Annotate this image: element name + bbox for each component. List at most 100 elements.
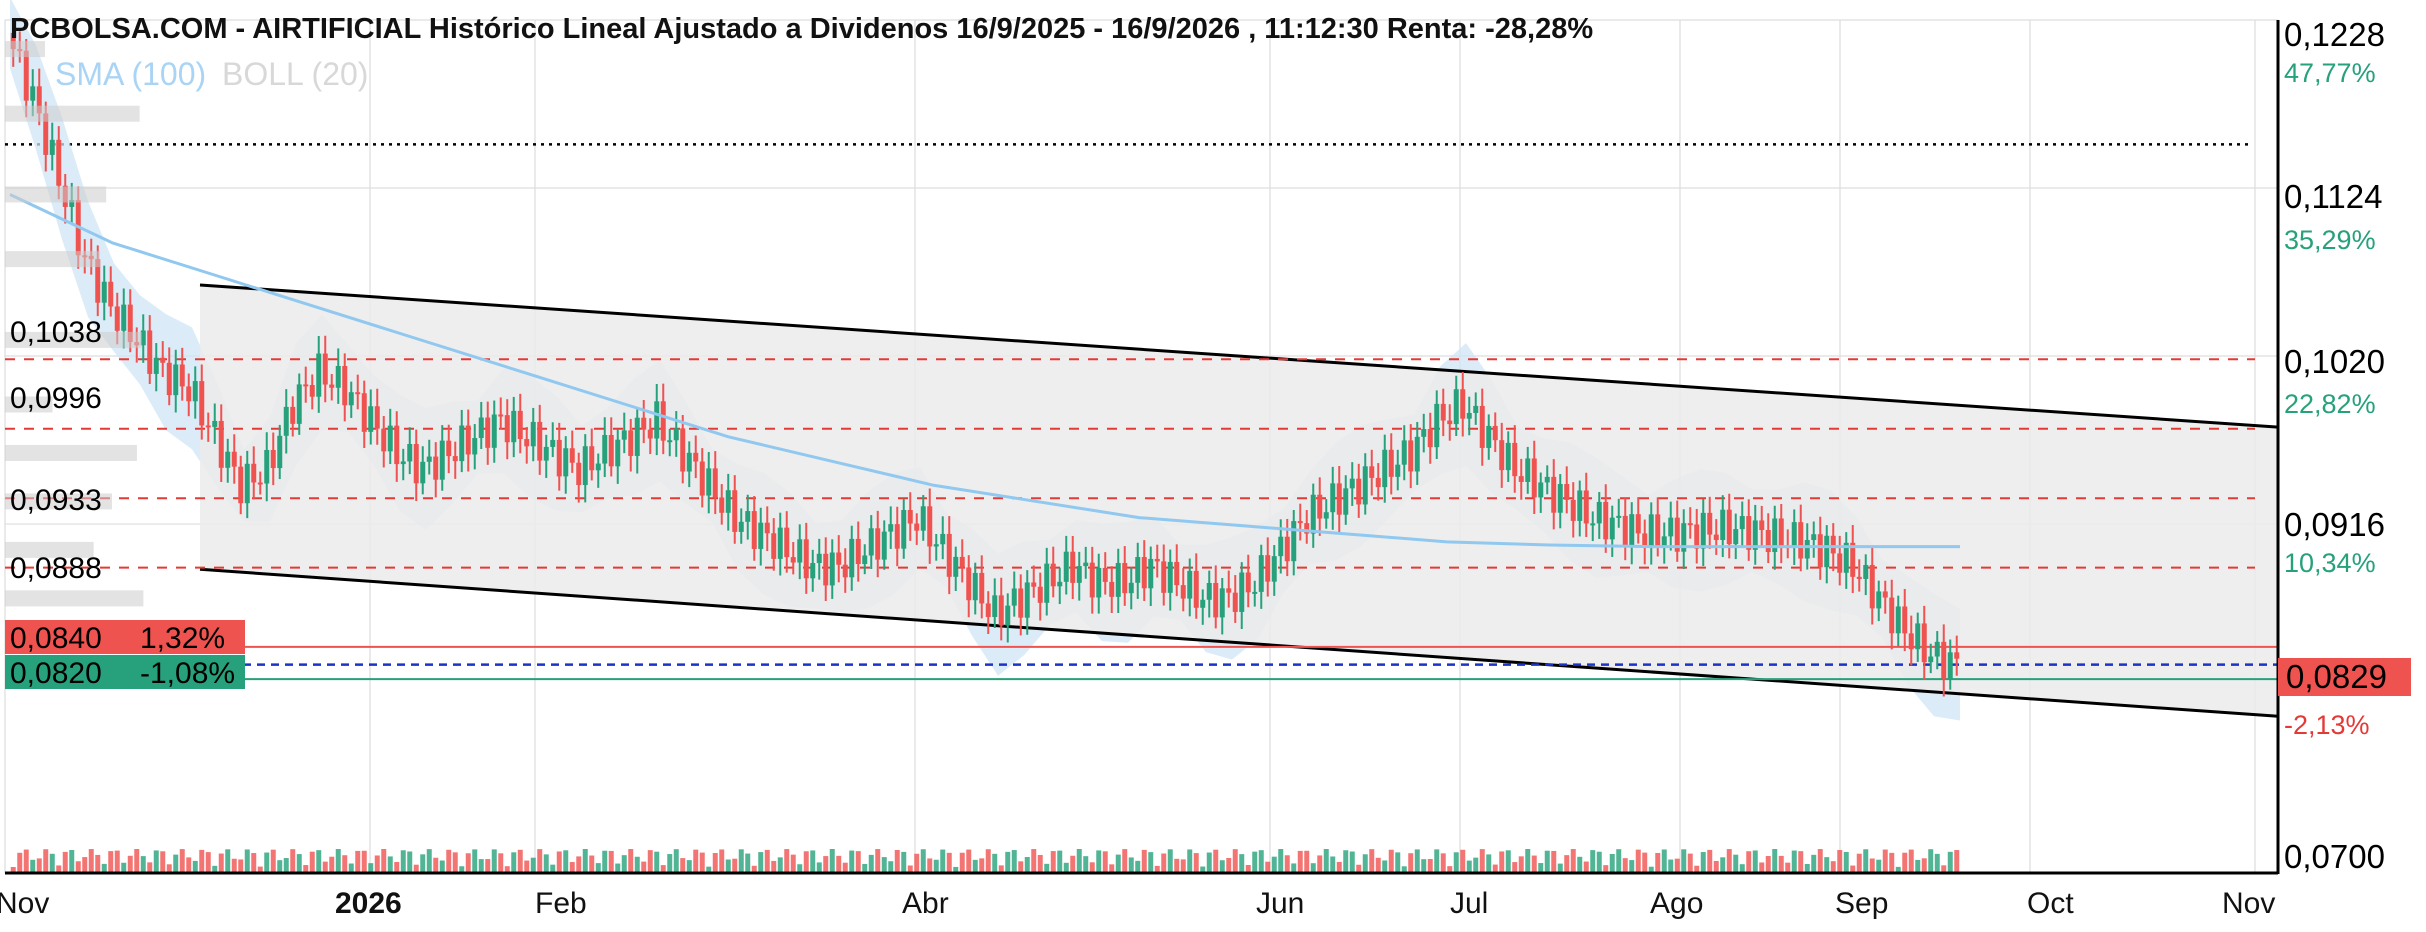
volume-bar — [1193, 853, 1199, 873]
volume-bar — [49, 853, 55, 873]
candle-body — [264, 449, 270, 484]
volume-bar — [1902, 852, 1908, 873]
volume-bar — [147, 862, 153, 873]
volume-bar — [251, 853, 257, 873]
volume-bar — [1934, 853, 1940, 873]
volume-bar — [1837, 849, 1843, 873]
volume-bar — [1518, 856, 1524, 873]
volume-bar — [1232, 849, 1238, 873]
volume-bar — [153, 850, 159, 873]
volume-bar — [1551, 850, 1557, 873]
candle-body — [1070, 551, 1076, 583]
volume-bar — [1531, 855, 1537, 873]
volume-bar — [810, 850, 816, 873]
candle-body — [407, 444, 413, 462]
candle-body — [1031, 582, 1037, 587]
volume-bar — [1336, 861, 1342, 873]
volume-bar — [1564, 855, 1570, 873]
candle-body — [784, 527, 790, 558]
volume-bar — [1915, 859, 1921, 873]
candle-body — [1414, 436, 1420, 472]
price-tick: 0,1020 — [2284, 343, 2385, 380]
candle-body — [855, 538, 861, 565]
candle-body — [348, 392, 354, 406]
volume-bar — [173, 854, 179, 873]
candle-body — [1642, 533, 1648, 547]
candle-body — [1460, 389, 1466, 419]
candle-body — [1889, 597, 1895, 634]
volume-bar — [933, 859, 939, 873]
volume-bar — [244, 849, 250, 873]
candle-body — [1544, 476, 1550, 483]
candle-body — [517, 410, 523, 440]
volume-bar — [589, 855, 595, 873]
candle-body — [1297, 521, 1303, 524]
candle-body — [1499, 440, 1505, 471]
candle-body — [1466, 412, 1472, 419]
percent-tick: 47,77% — [2284, 58, 2376, 88]
candle-body — [706, 468, 712, 496]
volume-profile-bar — [5, 105, 140, 122]
candle-body — [998, 595, 1004, 626]
candle-body — [1011, 588, 1017, 606]
volume-bar — [784, 849, 790, 873]
candle-body — [894, 524, 900, 549]
candle-body — [1388, 449, 1394, 477]
candle-body — [374, 406, 380, 429]
price-box-green-value: 0,0820 — [10, 657, 102, 690]
candle-body — [1570, 499, 1576, 521]
volume-bar — [524, 860, 530, 873]
candle-body — [491, 414, 497, 448]
candle-body — [1648, 514, 1654, 547]
candle-body — [420, 461, 426, 484]
volume-bar — [1466, 860, 1472, 873]
candle-body — [647, 429, 653, 439]
candle-body — [673, 428, 679, 441]
candle-body — [1044, 563, 1050, 603]
volume-bar — [745, 853, 751, 873]
volume-bar — [140, 856, 146, 873]
candle-body — [121, 304, 127, 331]
volume-bar — [764, 849, 770, 873]
candle-body — [114, 306, 120, 331]
candle-body — [543, 446, 549, 461]
candle-body — [1687, 523, 1693, 526]
month-label: Nov — [0, 887, 49, 920]
volume-bar — [1863, 849, 1869, 873]
candle-body — [1928, 656, 1934, 663]
candle-body — [465, 425, 471, 455]
volume-bar — [1954, 850, 1960, 873]
volume-bar — [160, 851, 166, 873]
candle-body — [1343, 488, 1349, 515]
candle-body — [1167, 561, 1173, 593]
volume-bar — [95, 854, 101, 873]
volume-bar — [1596, 851, 1602, 873]
candle-body — [1213, 582, 1219, 618]
candle-body — [901, 509, 907, 549]
volume-bar — [296, 854, 302, 873]
candle-body — [1174, 561, 1180, 586]
volume-bar — [803, 851, 809, 873]
candle-body — [1583, 490, 1589, 524]
volume-bar — [1752, 850, 1758, 873]
candle-body — [569, 448, 575, 463]
price-box-green: 0,0820 -1,08% — [5, 655, 245, 690]
price-tick: 0,1124 — [2284, 178, 2382, 215]
month-label: Ago — [1650, 887, 1703, 920]
volume-bar — [264, 852, 270, 873]
volume-bar — [335, 849, 341, 873]
volume-bar — [959, 852, 965, 873]
candle-body — [959, 556, 965, 568]
sma-legend[interactable]: SMA (100) — [55, 56, 206, 92]
candle-body — [1050, 563, 1056, 587]
candle-body — [1668, 517, 1674, 537]
candle-body — [257, 482, 263, 485]
volume-bar — [1583, 861, 1589, 873]
volume-bar — [283, 858, 289, 873]
candle-body — [1733, 529, 1739, 545]
stock-chart[interactable]: PCBOLSA.COM - AIRTIFICIAL Histórico Line… — [0, 0, 2426, 932]
boll-legend[interactable]: BOLL (20) — [222, 56, 368, 92]
candle-body — [550, 439, 556, 447]
volume-bar — [1668, 859, 1674, 873]
volume-bar — [1226, 857, 1232, 873]
